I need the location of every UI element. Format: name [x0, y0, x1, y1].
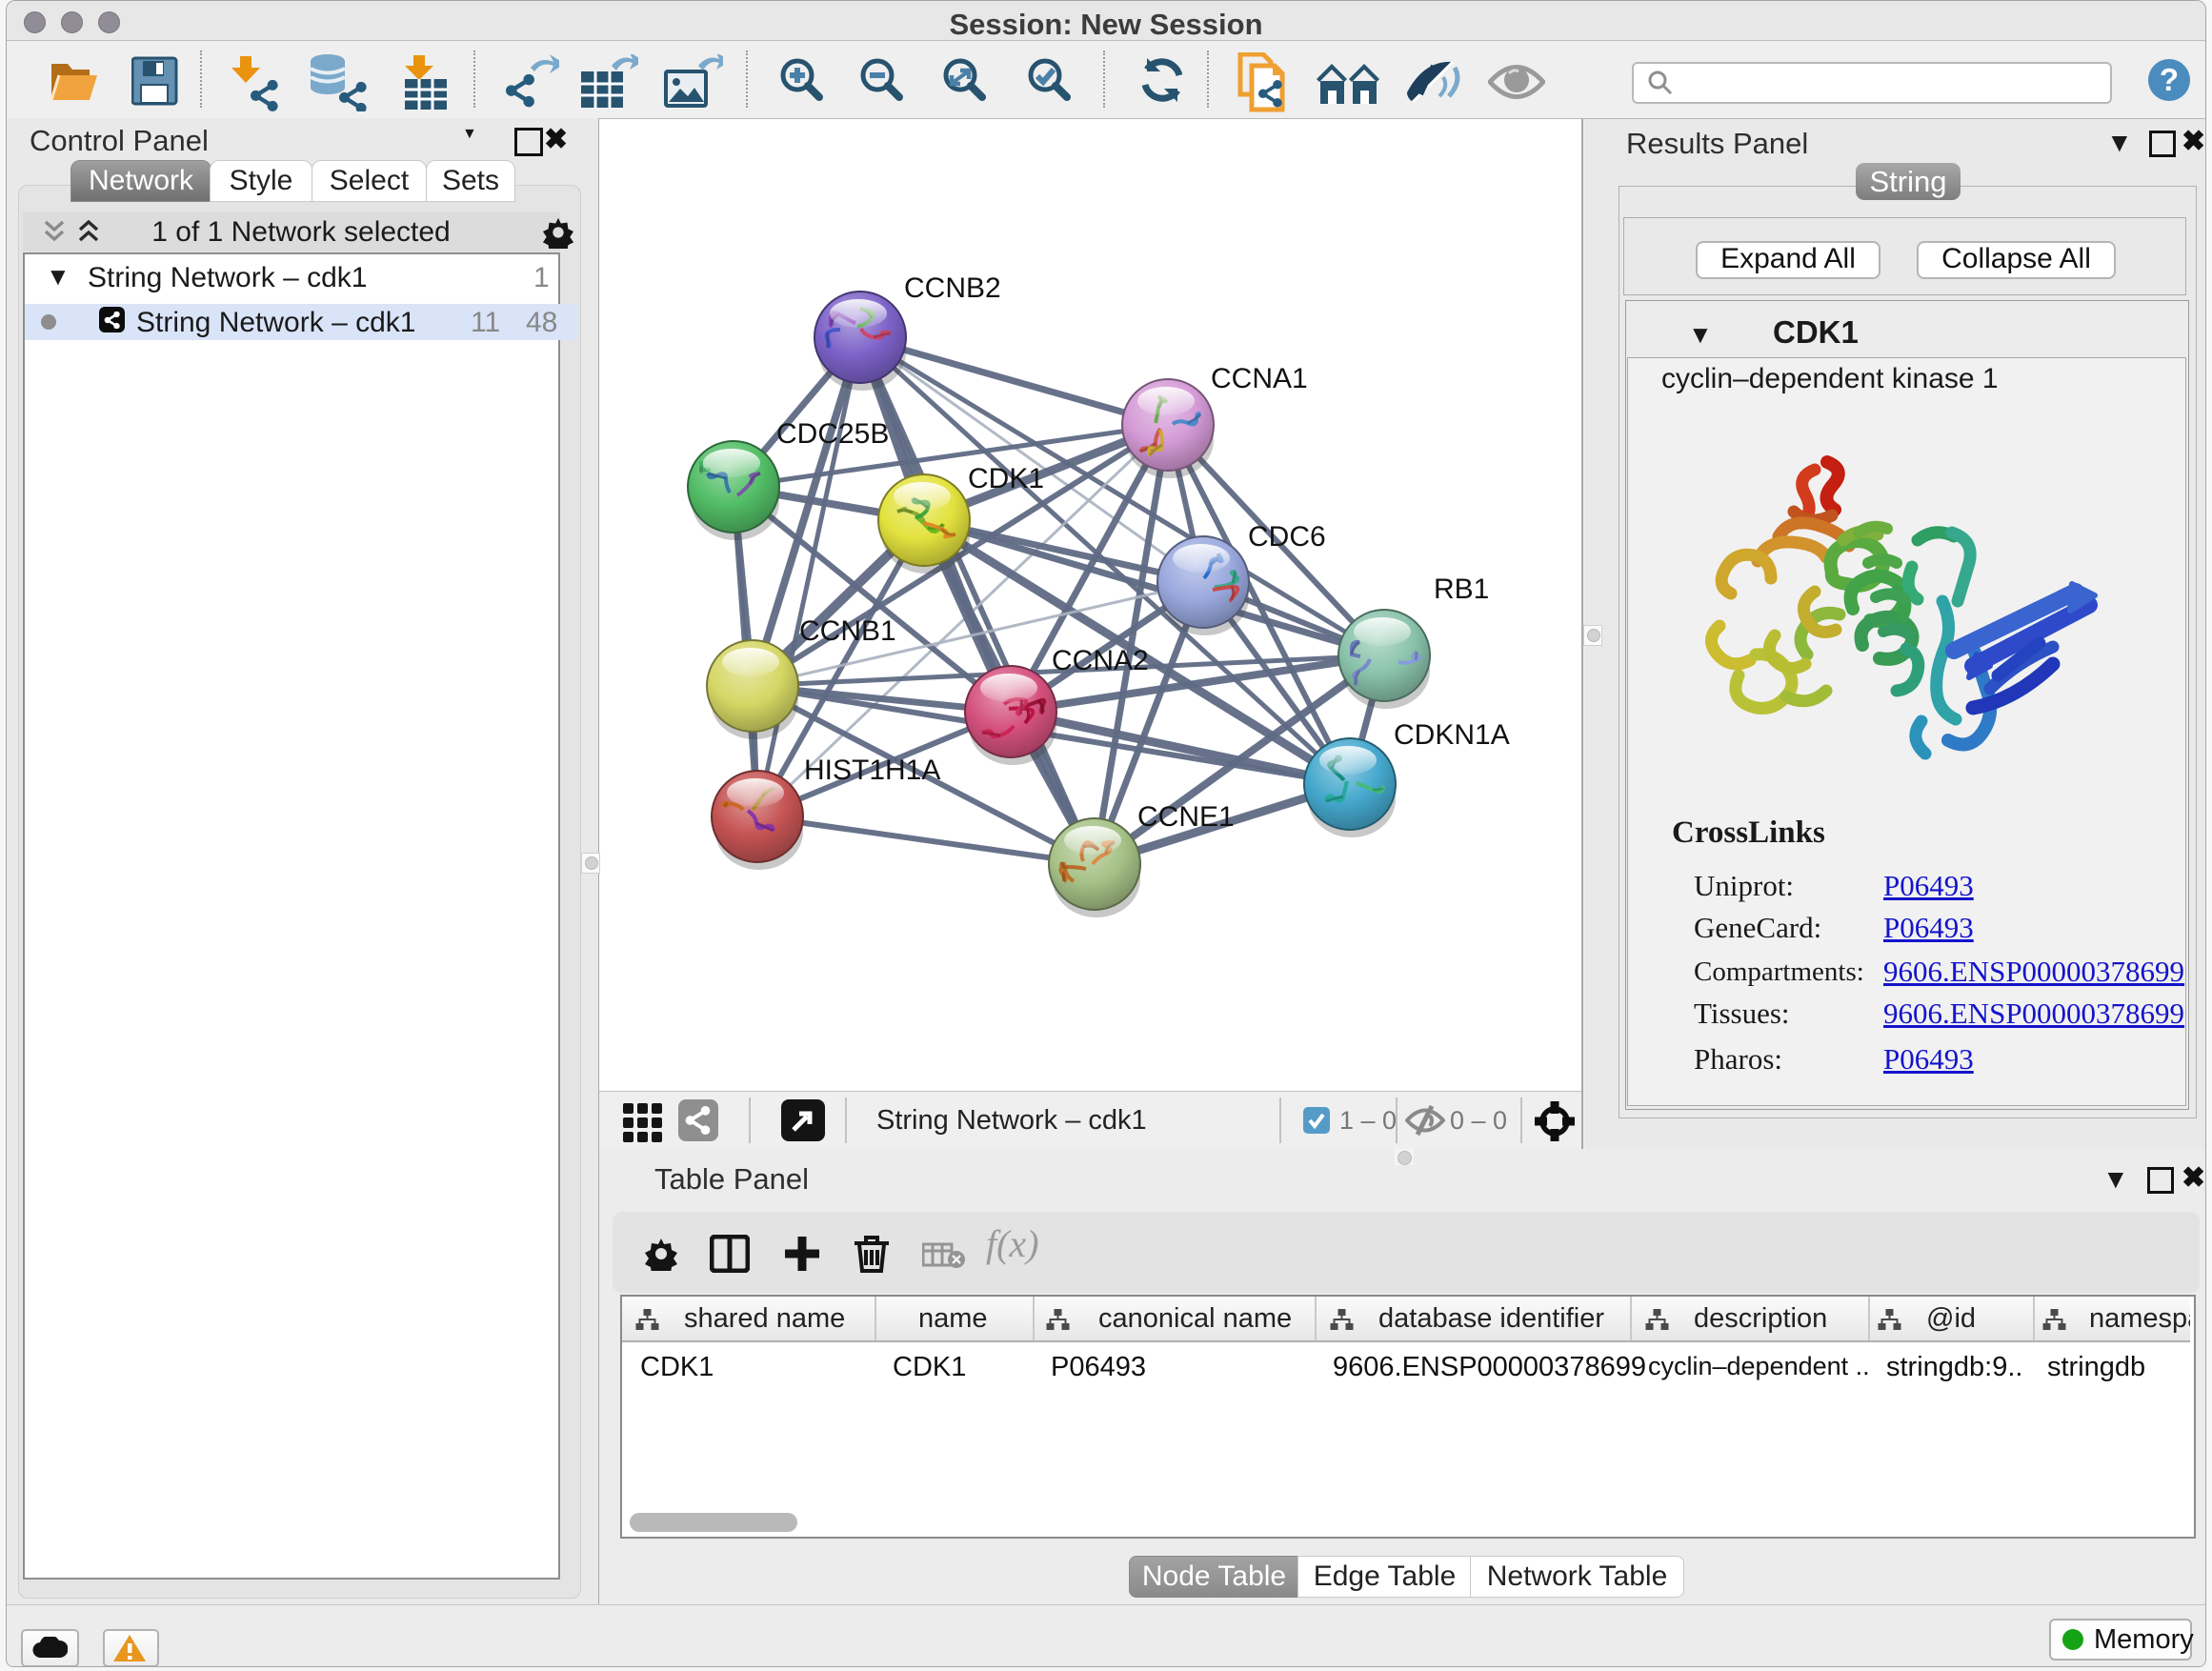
- svg-text:CDKN1A: CDKN1A: [1394, 719, 1510, 751]
- svg-text:CCNB2: CCNB2: [904, 272, 1001, 304]
- svg-text:CCNA1: CCNA1: [1211, 363, 1308, 394]
- svg-text:CCNB1: CCNB1: [799, 615, 896, 647]
- svg-text:HIST1H1A: HIST1H1A: [804, 755, 940, 786]
- svg-text:CDC25B: CDC25B: [776, 418, 889, 450]
- svg-text:CDK1: CDK1: [968, 463, 1044, 494]
- svg-text:CDC6: CDC6: [1248, 521, 1326, 553]
- svg-text:CCNA2: CCNA2: [1052, 645, 1149, 676]
- svg-text:CCNE1: CCNE1: [1137, 801, 1235, 833]
- svg-text:RB1: RB1: [1434, 574, 1489, 605]
